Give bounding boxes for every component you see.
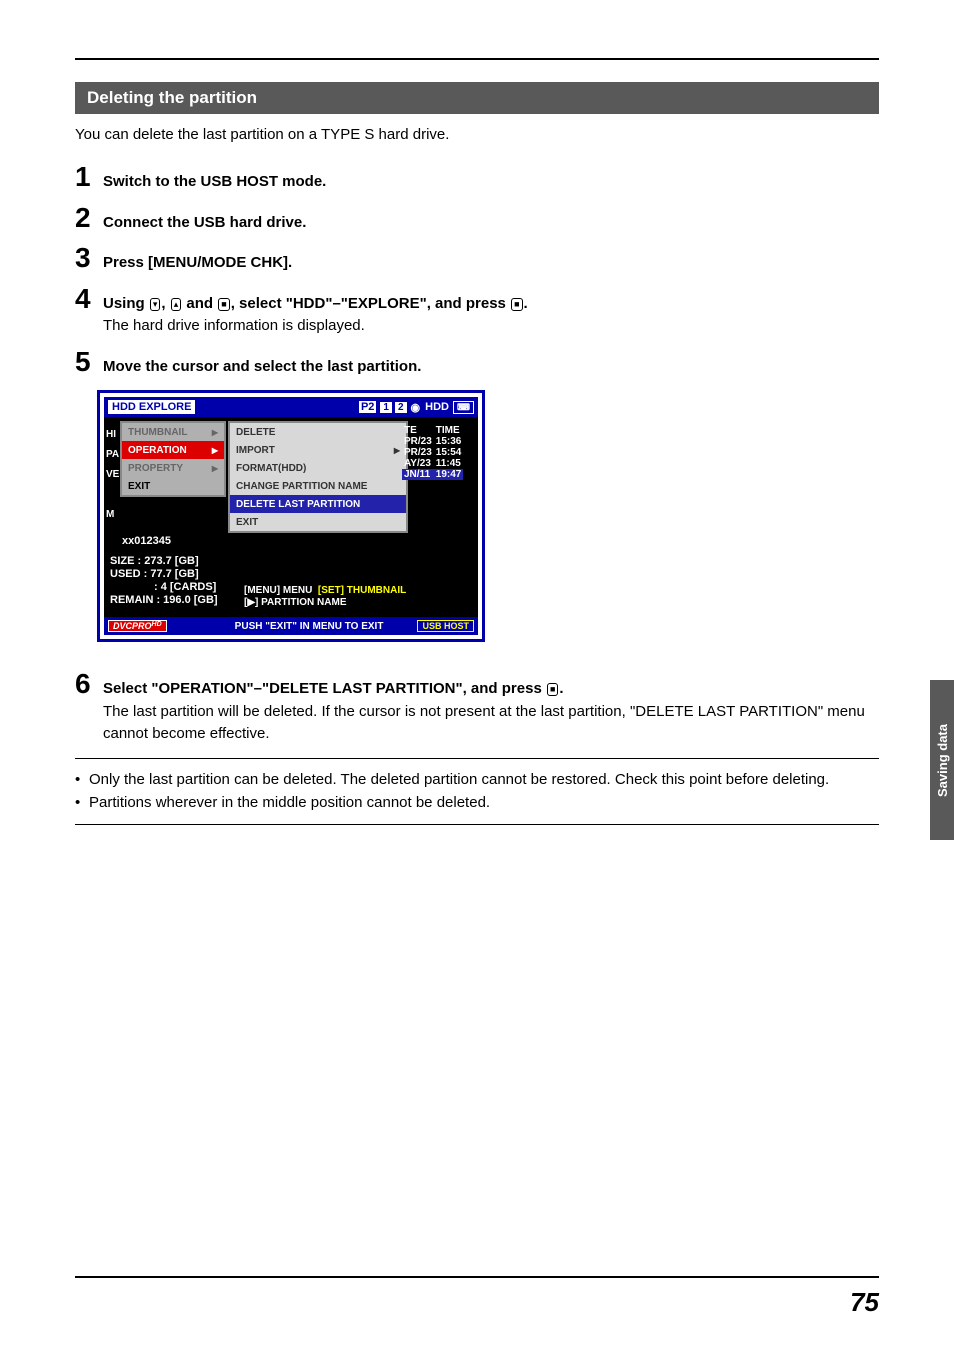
step-number: 2: [75, 204, 103, 235]
menu-item-exit-2[interactable]: EXIT: [230, 513, 406, 531]
side-tab: Saving data: [930, 680, 954, 840]
drive-stats: SIZE : 273.7 [GB] USED : 77.7 [GB] : 4 […: [110, 555, 218, 607]
step-text: Press [MENU/MODE CHK].: [103, 254, 292, 271]
bottom-rule: [75, 1276, 879, 1278]
chevron-right-icon: ▶: [212, 464, 218, 473]
left-letter: VE: [106, 465, 118, 485]
step-text-a: Select "OPERATION"–"DELETE LAST PARTITIO…: [103, 680, 546, 697]
intro-text: You can delete the last partition on a T…: [75, 124, 879, 145]
stat-cards: : 4 [CARDS]: [110, 581, 218, 594]
step-text-e: .: [524, 295, 528, 312]
step-sub: The hard drive information is displayed.: [103, 315, 879, 338]
step-number: 5: [75, 348, 103, 379]
partition-table: TETIME PR/2315:36 PR/2315:54 AY/2311:45 …: [402, 425, 474, 480]
slot-2-icon: 2: [394, 401, 408, 414]
step-sub: The last partition will be deleted. If t…: [103, 701, 879, 746]
left-letter: [106, 485, 118, 505]
step-text: Connect the USB hard drive.: [103, 214, 306, 231]
step-3: 3 Press [MENU/MODE CHK].: [75, 244, 879, 275]
step-text: Switch to the USB HOST mode.: [103, 173, 326, 190]
note-2: Partitions wherever in the middle positi…: [89, 792, 490, 814]
note-rule: [75, 824, 879, 825]
table-row[interactable]: PR/2315:54: [402, 447, 463, 458]
set-icon: ■: [218, 298, 229, 311]
slot-1-icon: 1: [379, 401, 393, 414]
drive-serial: xx012345: [122, 535, 171, 547]
table-row-selected[interactable]: JN/1119:47: [402, 469, 463, 480]
col-time: TIME: [434, 425, 464, 436]
menu-item-operation[interactable]: OPERATION▶: [122, 441, 224, 459]
step-text-a: Using: [103, 295, 149, 312]
keyboard-icon: ⌨: [453, 401, 474, 414]
notes: •Only the last partition can be deleted.…: [75, 769, 879, 815]
step-text: Move the cursor and select the last part…: [103, 358, 421, 375]
left-letter: PA: [106, 445, 118, 465]
step-text-b: ,: [161, 295, 169, 312]
menu-secondary: DELETE IMPORT▶ FORMAT(HDD) CHANGE PARTIT…: [228, 421, 408, 533]
chevron-right-icon: ▶: [212, 446, 218, 455]
step-number: 3: [75, 244, 103, 275]
stat-remain: REMAIN : 196.0 [GB]: [110, 594, 218, 607]
steps-list: 1 Switch to the USB HOST mode. 2 Connect…: [75, 163, 879, 746]
drive-icon: ◉: [411, 401, 421, 414]
menu-item-delete[interactable]: DELETE: [230, 423, 406, 441]
menu-item-property[interactable]: PROPERTY▶: [122, 459, 224, 477]
step-number: 4: [75, 285, 103, 338]
col-date: TE: [402, 425, 434, 436]
p2-label: P2: [359, 401, 376, 413]
page-number: 75: [850, 1287, 879, 1318]
table-row[interactable]: AY/2311:45: [402, 458, 463, 469]
scr-title: HDD EXPLORE: [108, 400, 195, 414]
table-row[interactable]: PR/2315:36: [402, 436, 463, 447]
stat-size: SIZE : 273.7 [GB]: [110, 555, 218, 568]
left-hint-letters: HI PA VE M: [106, 425, 118, 525]
menu-item-format[interactable]: FORMAT(HDD): [230, 459, 406, 477]
step-1: 1 Switch to the USB HOST mode.: [75, 163, 879, 194]
stat-used: USED : 77.7 [GB]: [110, 568, 218, 581]
menu-item-import[interactable]: IMPORT▶: [230, 441, 406, 459]
scr-body: HI PA VE M THUMBNAIL▶ OPERATION▶ PROPERT…: [104, 417, 478, 617]
note-1: Only the last partition can be deleted. …: [89, 769, 829, 791]
chevron-right-icon: ▶: [394, 446, 400, 455]
set-icon: ■: [511, 298, 522, 311]
step-text-d: , select "HDD"–"EXPLORE", and press: [231, 295, 510, 312]
scr-footer: DVCPROHD PUSH "EXIT" IN MENU TO EXIT USB…: [104, 617, 478, 635]
left-letter: HI: [106, 425, 118, 445]
menu-primary: THUMBNAIL▶ OPERATION▶ PROPERTY▶ EXIT: [120, 421, 226, 497]
menu-item-thumbnail[interactable]: THUMBNAIL▶: [122, 423, 224, 441]
down-icon: ▾: [150, 298, 161, 311]
step-6: 6 Select "OPERATION"–"DELETE LAST PARTIT…: [75, 670, 879, 746]
menu-item-change-partition-name[interactable]: CHANGE PARTITION NAME: [230, 477, 406, 495]
chevron-right-icon: ▶: [212, 428, 218, 437]
set-icon: ■: [547, 683, 558, 696]
side-tab-label: Saving data: [935, 724, 950, 797]
step-number: 1: [75, 163, 103, 194]
step-5: 5 Move the cursor and select the last pa…: [75, 348, 879, 379]
menu-hints: [MENU] MENU [SET] THUMBNAIL [▶] PARTITIO…: [244, 585, 406, 609]
step-number: 6: [75, 670, 103, 746]
menu-item-delete-last-partition[interactable]: DELETE LAST PARTITION: [230, 495, 406, 513]
top-rule: [75, 58, 879, 60]
menu-item-exit[interactable]: EXIT: [122, 477, 224, 495]
section-heading: Deleting the partition: [75, 82, 879, 114]
footer-hint: PUSH "EXIT" IN MENU TO EXIT: [235, 621, 384, 632]
step-4: 4 Using ▾, ▴ and ■, select "HDD"–"EXPLOR…: [75, 285, 879, 338]
dvcpro-badge: DVCPROHD: [108, 620, 167, 632]
scr-header: HDD EXPLORE P2 1 2 ◉ HDD ⌨: [104, 397, 478, 417]
hdd-label: HDD: [425, 401, 449, 413]
step-text-b: .: [559, 680, 563, 697]
step-2: 2 Connect the USB hard drive.: [75, 204, 879, 235]
left-letter: M: [106, 505, 118, 525]
usb-host-badge: USB HOST: [417, 620, 474, 632]
step-text-c: and: [182, 295, 217, 312]
hdd-explore-screenshot: HDD EXPLORE P2 1 2 ◉ HDD ⌨ HI PA VE M: [97, 390, 485, 642]
up-icon: ▴: [171, 298, 182, 311]
note-rule: [75, 758, 879, 759]
